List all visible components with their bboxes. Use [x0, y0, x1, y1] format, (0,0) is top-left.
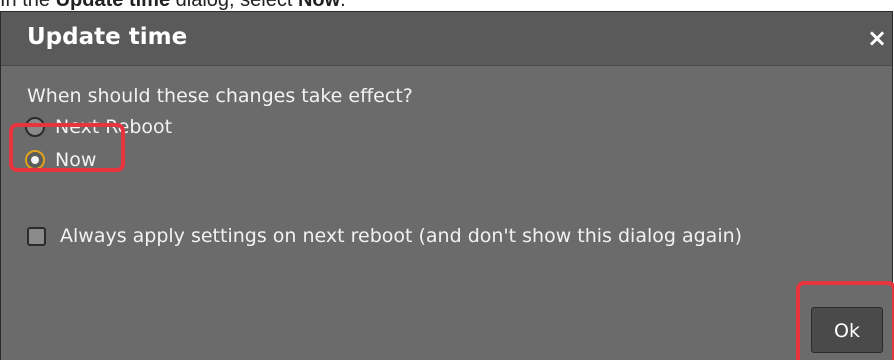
- dialog-title: Update time: [27, 24, 188, 50]
- instruction-target: Now: [297, 0, 341, 11]
- radio-option-now[interactable]: Now: [25, 146, 96, 174]
- radio-unselected-icon[interactable]: [25, 117, 45, 137]
- radio-selected-icon[interactable]: [25, 150, 45, 170]
- instruction-prefix: In the: [0, 0, 56, 11]
- instruction-suffix: .: [340, 0, 346, 11]
- page: In the Update time dialog, select Now. U…: [0, 0, 894, 360]
- radio-label-now: Now: [55, 149, 97, 171]
- dialog-titlebar: Update time ×: [1, 12, 892, 66]
- question-label: When should these changes take effect?: [27, 85, 413, 107]
- update-time-dialog: Update time × When should these changes …: [0, 11, 893, 360]
- instruction-dialog-name: Update time: [55, 0, 171, 11]
- close-icon[interactable]: ×: [864, 24, 890, 52]
- always-apply-checkbox-row[interactable]: Always apply settings on next reboot (an…: [27, 223, 742, 249]
- ok-button[interactable]: Ok: [811, 307, 883, 353]
- instruction-middle: dialog, select: [170, 0, 298, 11]
- checkbox-unchecked-icon[interactable]: [27, 226, 46, 246]
- radio-option-next-reboot[interactable]: Next Reboot: [25, 113, 172, 141]
- radio-label-next-reboot: Next Reboot: [55, 116, 173, 138]
- always-apply-label: Always apply settings on next reboot (an…: [60, 225, 743, 247]
